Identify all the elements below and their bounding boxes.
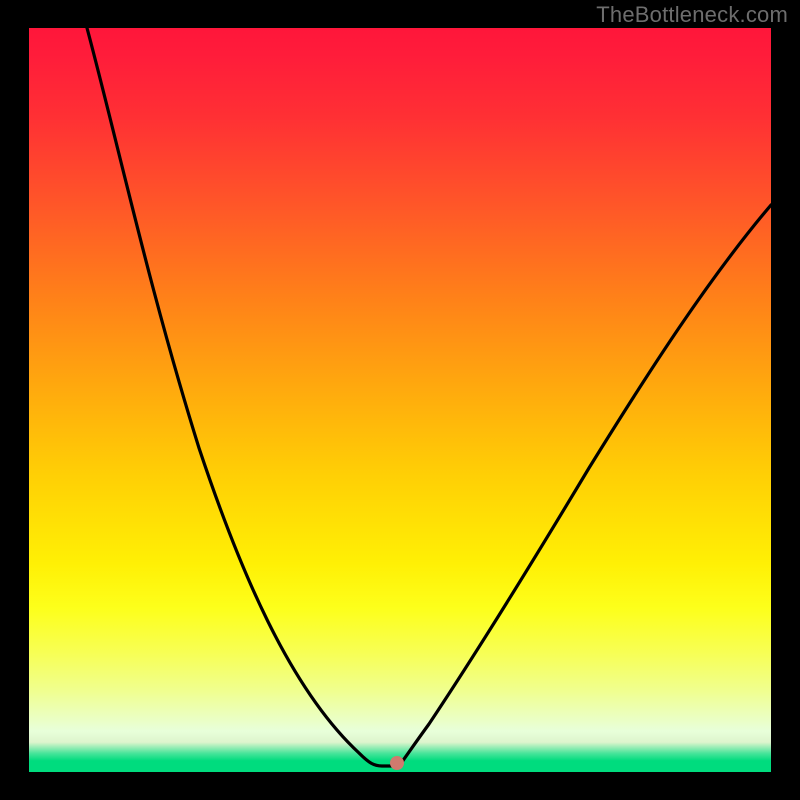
chart-frame: TheBottleneck.com: [0, 0, 800, 800]
watermark-text: TheBottleneck.com: [596, 2, 788, 28]
plot-area: [29, 28, 771, 772]
curve-path: [87, 28, 771, 766]
optimal-point-marker: [390, 756, 404, 770]
bottleneck-curve: [29, 28, 771, 772]
